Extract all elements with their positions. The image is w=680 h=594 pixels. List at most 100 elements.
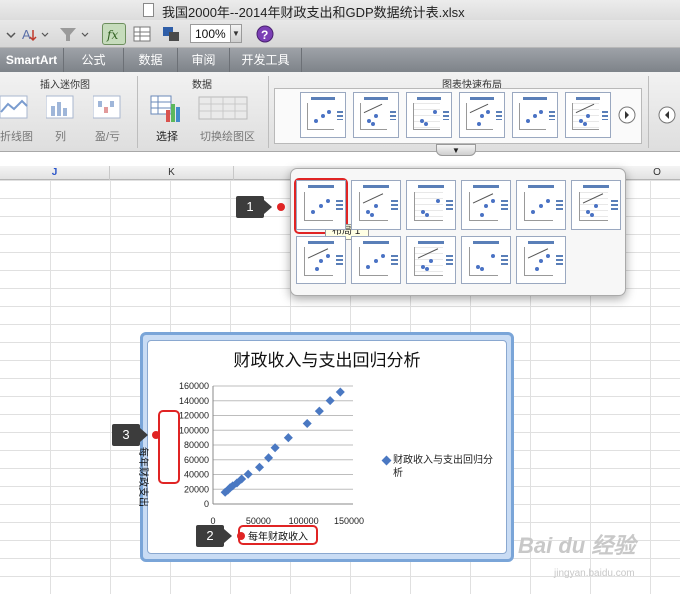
- filter-icon[interactable]: [58, 24, 90, 44]
- ribbon-layout-6[interactable]: [565, 92, 611, 138]
- thumb-legend: [548, 110, 555, 121]
- thumb-point: [320, 114, 325, 119]
- thumb-legend: [555, 255, 563, 266]
- gallery-layout-1[interactable]: [296, 180, 346, 230]
- ribbon-separator: [137, 76, 138, 148]
- column-header-o[interactable]: O: [634, 166, 680, 180]
- thumb-point: [538, 204, 543, 209]
- y-tick-label: 120000: [179, 411, 209, 421]
- data-point: [302, 418, 312, 428]
- y-axis-title[interactable]: 每年财政支出: [137, 440, 152, 514]
- gallery-layout-3[interactable]: [406, 180, 456, 230]
- watermark-logo: Bai du 经验: [518, 533, 636, 558]
- thumb-title-bar: [307, 184, 335, 188]
- y-tick-label: 100000: [179, 425, 209, 435]
- thumb-point: [428, 259, 433, 264]
- data-point: [254, 462, 265, 472]
- data-point: [325, 396, 335, 406]
- window-title: 我国2000年--2014年财政支出和GDP数据统计表.xlsx: [162, 5, 465, 20]
- gallery-layout-5[interactable]: [516, 180, 566, 230]
- thumb-point: [483, 204, 488, 209]
- callout-2-arrow: [224, 529, 232, 543]
- thumb-title-bar: [575, 96, 601, 100]
- thumb-title-bar: [527, 184, 555, 188]
- gallery-expand-toggle[interactable]: ▼: [436, 144, 476, 156]
- gallery-layout-8[interactable]: [351, 236, 401, 284]
- thumb-legend: [500, 200, 508, 211]
- callout-3-dot: [152, 431, 160, 439]
- thumb-point: [590, 212, 595, 217]
- ribbon-layout-3[interactable]: [406, 92, 452, 138]
- thumb-legend: [601, 110, 608, 121]
- thumb-title-bar: [527, 240, 555, 244]
- thumb-title-bar: [416, 96, 442, 100]
- x-axis-title[interactable]: 每年财政收入: [238, 528, 318, 543]
- thumb-point: [582, 122, 587, 127]
- thumb-title-bar: [522, 96, 548, 100]
- gallery-layout-7[interactable]: [296, 236, 346, 284]
- thumb-point: [538, 259, 543, 264]
- toolbox-icon[interactable]: [160, 24, 182, 44]
- document-icon: [143, 3, 154, 17]
- select-data-icon[interactable]: [150, 94, 182, 124]
- callout-3-arrow: [140, 428, 148, 442]
- thumb-legend: [390, 200, 398, 211]
- callout-2: 2: [196, 525, 224, 547]
- thumb-point: [370, 212, 375, 217]
- gallery-layout-11[interactable]: [516, 236, 566, 284]
- column-header-j[interactable]: J: [0, 166, 110, 180]
- tab-developer[interactable]: 开发工具: [230, 48, 302, 72]
- help-icon[interactable]: ?: [254, 24, 276, 44]
- thumb-point: [318, 259, 323, 264]
- thumb-title-bar: [310, 96, 336, 100]
- y-tick-label: 80000: [184, 440, 209, 450]
- group-label-sparklines: 插入迷你图: [40, 80, 90, 91]
- thumb-point: [480, 212, 485, 217]
- scroll-left-icon[interactable]: [658, 106, 676, 124]
- standard-toolbar: A fx 100% ▼ ?: [0, 20, 680, 48]
- ribbon-layout-5[interactable]: [512, 92, 558, 138]
- column-header-k[interactable]: K: [110, 166, 234, 180]
- thumb-legend: [335, 255, 343, 266]
- thumb-point: [479, 114, 484, 119]
- chart-plot-svg: 0 20000 40000 60000 80000 100000 120000 140000 1…: [179, 381, 364, 526]
- ribbon-layout-4[interactable]: [459, 92, 505, 138]
- zoom-dropdown-arrow[interactable]: ▼: [230, 25, 241, 42]
- ribbon-separator: [648, 76, 649, 148]
- legend-entry[interactable]: 财政收入与支出回归分析: [393, 454, 501, 480]
- thumb-legend: [495, 110, 502, 121]
- switch-plot-icon[interactable]: [198, 96, 248, 120]
- sparkline-winloss-icon[interactable]: [93, 94, 121, 120]
- thumb-legend: [335, 200, 343, 211]
- thumb-point: [476, 122, 481, 127]
- thumb-axes: [413, 102, 441, 130]
- sparkline-line-icon[interactable]: [0, 94, 28, 120]
- show-gallery-icon[interactable]: [133, 24, 151, 44]
- sparkline-column-label: 列: [55, 131, 66, 143]
- tab-formulas[interactable]: 公式: [64, 48, 124, 72]
- thumb-legend: [610, 200, 618, 211]
- sort-icon[interactable]: A: [20, 24, 50, 44]
- thumb-point: [373, 114, 378, 119]
- chart-title[interactable]: 财政收入与支出回归分析: [147, 346, 507, 371]
- sparkline-column-icon[interactable]: [46, 94, 74, 120]
- scroll-right-icon[interactable]: [618, 106, 636, 124]
- data-point: [264, 453, 274, 463]
- tab-smartart[interactable]: SmartArt: [0, 48, 64, 72]
- thumb-title-bar: [417, 240, 445, 244]
- thumb-point: [373, 259, 378, 264]
- gallery-layout-6[interactable]: [571, 180, 621, 230]
- tab-data[interactable]: 数据: [124, 48, 178, 72]
- toolbar-dropdown-icon[interactable]: [4, 24, 18, 44]
- formula-builder-button[interactable]: fx: [102, 23, 126, 45]
- gallery-layout-4[interactable]: [461, 180, 511, 230]
- thumb-title-bar: [362, 184, 390, 188]
- ribbon-layout-2[interactable]: [353, 92, 399, 138]
- tab-review[interactable]: 审阅: [178, 48, 230, 72]
- gallery-layout-10[interactable]: [461, 236, 511, 284]
- ribbon-layout-1[interactable]: [300, 92, 346, 138]
- gallery-layout-2[interactable]: [351, 180, 401, 230]
- ribbon-separator: [268, 76, 269, 148]
- gallery-layout-9[interactable]: [406, 236, 456, 284]
- y-tick-label: 140000: [179, 396, 209, 406]
